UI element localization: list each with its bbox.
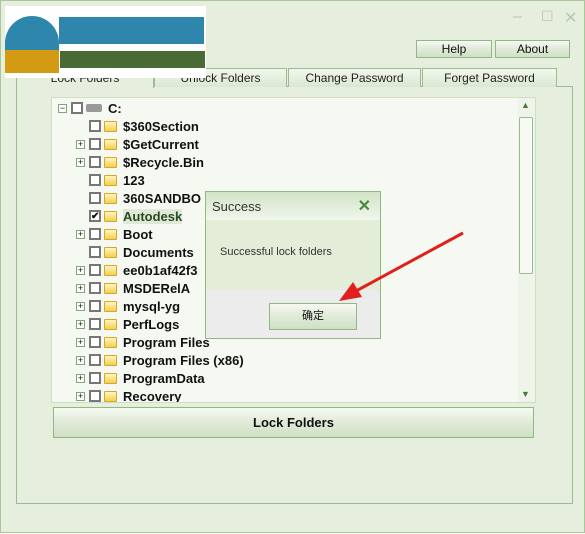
logo — [5, 6, 206, 78]
red-arrow — [339, 231, 464, 301]
app-window: – ☐ ✕ Help About Lock Folders Unlock Fol… — [0, 0, 585, 533]
